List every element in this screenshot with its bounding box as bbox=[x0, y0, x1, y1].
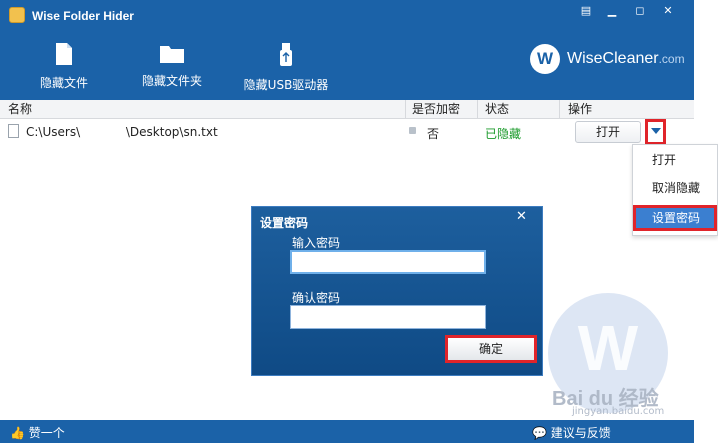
app-icon bbox=[9, 7, 25, 23]
action-menu: 打开 取消隐藏 设置密码 bbox=[632, 144, 718, 236]
like-label: 赞一个 bbox=[28, 426, 65, 440]
action-dropdown-button[interactable] bbox=[645, 119, 666, 145]
column-divider bbox=[477, 100, 478, 118]
feedback-button[interactable]: 💬 建议与反馈 bbox=[532, 424, 611, 441]
column-header-name[interactable]: 名称 bbox=[8, 100, 32, 118]
brand-suffix: .com bbox=[658, 52, 685, 66]
password-label: 输入密码 bbox=[292, 236, 341, 250]
column-header-encrypted[interactable]: 是否加密 bbox=[412, 100, 460, 118]
encrypted-value: 否 bbox=[427, 127, 440, 141]
document-icon bbox=[8, 124, 19, 138]
app-title: Wise Folder Hider bbox=[32, 9, 134, 23]
menu-icon[interactable]: ▤ bbox=[578, 4, 594, 18]
hide-folder-label: 隐藏文件夹 bbox=[141, 74, 202, 88]
hide-file-label: 隐藏文件 bbox=[39, 76, 88, 90]
minimize-button[interactable]: ▁ bbox=[604, 4, 620, 18]
menu-item-unhide[interactable]: 取消隐藏 bbox=[633, 175, 717, 201]
column-header-action[interactable]: 操作 bbox=[568, 100, 592, 118]
file-icon bbox=[56, 43, 72, 65]
close-button[interactable]: ✕ bbox=[660, 4, 676, 18]
confirm-password-label: 确认密码 bbox=[292, 291, 341, 305]
folder-icon bbox=[160, 46, 184, 63]
watermark-url: jingyan.baidu.com bbox=[572, 406, 665, 417]
menu-item-open[interactable]: 打开 bbox=[633, 147, 717, 173]
lock-icon bbox=[409, 127, 416, 134]
column-header-status[interactable]: 状态 bbox=[485, 100, 509, 118]
confirm-password-field[interactable] bbox=[290, 305, 486, 329]
dialog-title: 设置密码 bbox=[260, 216, 309, 230]
status-badge: 已隐藏 bbox=[485, 127, 522, 141]
column-divider bbox=[405, 100, 406, 118]
hide-usb-label: 隐藏USB驱动器 bbox=[243, 78, 329, 92]
feedback-label: 建议与反馈 bbox=[550, 426, 611, 440]
set-password-dialog: 设置密码 ✕ 输入密码 确认密码 确定 bbox=[251, 206, 543, 376]
title-bar: Wise Folder Hider ▤ ▁ ◻ ✕ 隐藏文件 隐藏文件夹 隐藏U… bbox=[0, 0, 694, 110]
brand-name: WiseCleaner bbox=[567, 50, 659, 67]
menu-item-set-password[interactable]: 设置密码 bbox=[633, 205, 717, 231]
like-button[interactable]: 👍 赞一个 bbox=[10, 424, 65, 441]
hide-file-button[interactable]: 隐藏文件 bbox=[36, 42, 92, 98]
watermark-letter: W bbox=[577, 312, 639, 384]
column-divider bbox=[559, 100, 560, 118]
speech-bubble-icon: 💬 bbox=[532, 426, 547, 440]
table-header: 名称 是否加密 状态 操作 bbox=[0, 100, 694, 119]
hide-folder-button[interactable]: 隐藏文件夹 bbox=[140, 42, 204, 98]
open-button[interactable]: 打开 bbox=[575, 121, 641, 143]
dialog-close-icon[interactable]: ✕ bbox=[516, 209, 527, 224]
file-path: C:\Users\ \Desktop\sn.txt bbox=[26, 125, 218, 139]
ok-button[interactable]: 确定 bbox=[445, 335, 537, 363]
brand-text: WiseCleaner.com bbox=[567, 50, 685, 68]
hide-usb-button[interactable]: 隐藏USB驱动器 bbox=[238, 42, 334, 98]
wisecleaner-logo-icon: W bbox=[530, 44, 560, 74]
thumbs-up-icon: 👍 bbox=[10, 426, 25, 440]
restore-button[interactable]: ◻ bbox=[632, 4, 648, 18]
status-bar: 👍 赞一个 💬 建议与反馈 bbox=[0, 420, 694, 443]
password-field[interactable] bbox=[290, 250, 486, 274]
usb-icon bbox=[280, 43, 292, 66]
chevron-down-icon bbox=[651, 128, 661, 134]
